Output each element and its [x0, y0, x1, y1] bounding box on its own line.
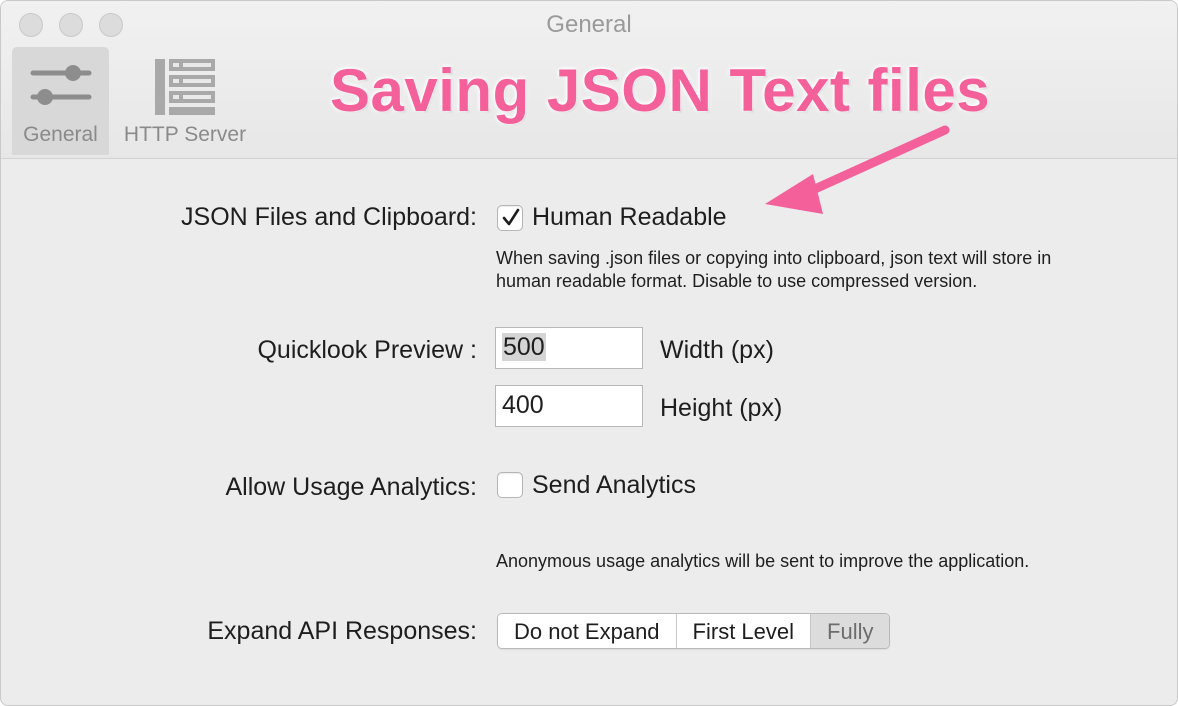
tab-http-server[interactable]: HTTP Server	[111, 47, 259, 155]
json-files-help-line2: human readable format. Disable to use co…	[496, 271, 978, 291]
analytics-help: Anonymous usage analytics will be sent t…	[496, 551, 1030, 571]
quicklook-width-field[interactable]: 500	[495, 327, 643, 369]
annotation-callout: Saving JSON Text files	[330, 57, 991, 124]
json-files-label: JSON Files and Clipboard:	[181, 203, 477, 231]
quicklook-height-field[interactable]: 400	[495, 385, 643, 427]
server-icon	[153, 57, 217, 122]
send-analytics-checkbox[interactable]	[497, 472, 523, 498]
checkmark-icon	[501, 208, 521, 233]
sliders-icon	[29, 57, 93, 118]
height-unit-label: Height (px)	[660, 394, 783, 422]
height-value: 400	[502, 391, 544, 419]
human-readable-label[interactable]: Human Readable	[532, 203, 727, 232]
segment-fully[interactable]: Fully	[811, 614, 890, 648]
quicklook-label: Quicklook Preview :	[257, 336, 477, 364]
analytics-label: Allow Usage Analytics:	[225, 473, 477, 501]
expand-api-label: Expand API Responses:	[207, 617, 477, 645]
tab-general[interactable]: General	[12, 47, 109, 155]
window-title: General	[546, 11, 632, 38]
tab-general-label: General	[23, 123, 98, 146]
annotation-arrow-icon	[765, 125, 950, 214]
expand-segmented-control: Do not Expand First Level Fully	[497, 613, 891, 649]
segment-first-level[interactable]: First Level	[676, 614, 812, 648]
width-value: 500	[502, 333, 546, 361]
segment-do-not-expand[interactable]: Do not Expand	[498, 614, 677, 648]
json-files-help-line1: When saving .json files or copying into …	[496, 248, 1052, 268]
send-analytics-label[interactable]: Send Analytics	[532, 471, 696, 500]
human-readable-checkbox[interactable]	[497, 205, 523, 231]
width-unit-label: Width (px)	[660, 336, 774, 364]
tab-http-server-label: HTTP Server	[123, 123, 247, 146]
